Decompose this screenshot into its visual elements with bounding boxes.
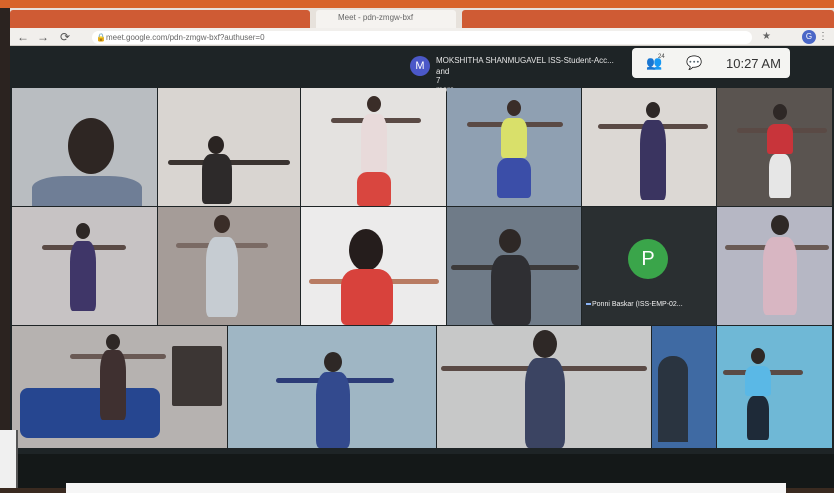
screen-photo: Meet - pdn-zmgw-bxf ← → ⟳ 🔒 meet.google.… [0, 0, 834, 493]
tab-title: Meet - pdn-zmgw-bxf [338, 13, 414, 22]
bookmark-star-icon[interactable]: ★ [762, 31, 771, 43]
url-text: meet.google.com/pdn-zmgw-bxf?authuser=0 [106, 33, 265, 42]
people-count: 24 [658, 54, 665, 60]
participant-tile[interactable] [228, 326, 436, 448]
url-field[interactable]: 🔒 meet.google.com/pdn-zmgw-bxf?authuser=… [92, 31, 752, 44]
participant-tile[interactable] [717, 88, 832, 206]
participant-tile[interactable] [437, 326, 651, 448]
participant-tile[interactable] [652, 326, 716, 448]
address-bar-row: ← → ⟳ 🔒 meet.google.com/pdn-zmgw-bxf?aut… [10, 28, 834, 46]
participant-tile[interactable] [717, 207, 832, 325]
participant-tile[interactable] [301, 88, 446, 206]
participant-tile[interactable] [301, 207, 446, 325]
participant-tile-avatar[interactable]: P Ponni Baskar (ISS-EMP-02... [582, 207, 716, 325]
browser-tab-meet[interactable]: Meet - pdn-zmgw-bxf [316, 10, 456, 28]
participant-video [68, 118, 114, 174]
participant-grid: P Ponni Baskar (ISS-EMP-02... [12, 88, 832, 448]
participant-tile[interactable] [12, 326, 227, 448]
participant-name: Ponni Baskar (ISS-EMP-02... [592, 301, 683, 308]
audio-indicator-icon [586, 303, 591, 305]
participant-tile[interactable] [447, 207, 581, 325]
participant-tile[interactable] [717, 326, 832, 448]
presenter-avatar: M [410, 56, 430, 76]
participant-tile[interactable] [158, 88, 300, 206]
forward-arrow-icon[interactable]: → [36, 30, 50, 44]
browser-tab-strip: Meet - pdn-zmgw-bxf [10, 8, 834, 28]
browser-tab-3[interactable] [462, 10, 834, 28]
presenter-name: MOKSHITHA SHANMUGAVEL ISS-Student-Acc... [436, 56, 614, 65]
photo-border-top [0, 0, 834, 8]
google-meet-window: M MOKSHITHA SHANMUGAVEL ISS-Student-Acc.… [10, 46, 834, 493]
participant-tile[interactable] [12, 207, 157, 325]
meet-top-controls: 👥 24 💬 10:27 AM [632, 48, 790, 78]
meeting-clock: 10:27 AM [726, 56, 781, 71]
chat-icon[interactable]: 💬 [686, 55, 702, 71]
photo-edge-left [0, 430, 18, 488]
profile-avatar[interactable]: G [802, 30, 816, 44]
participant-tile[interactable] [582, 88, 716, 206]
participant-tile[interactable] [447, 88, 581, 206]
participant-tile[interactable] [158, 207, 300, 325]
participant-tile[interactable] [12, 88, 157, 206]
back-arrow-icon[interactable]: ← [16, 30, 30, 44]
participant-avatar: P [628, 239, 668, 279]
reload-icon[interactable]: ⟳ [58, 30, 72, 44]
browser-menu-icon[interactable]: ⋮ [818, 31, 828, 43]
browser-tab-1[interactable] [10, 10, 310, 28]
screen-bezel-strip [66, 483, 786, 493]
lock-icon: 🔒 [96, 33, 106, 42]
